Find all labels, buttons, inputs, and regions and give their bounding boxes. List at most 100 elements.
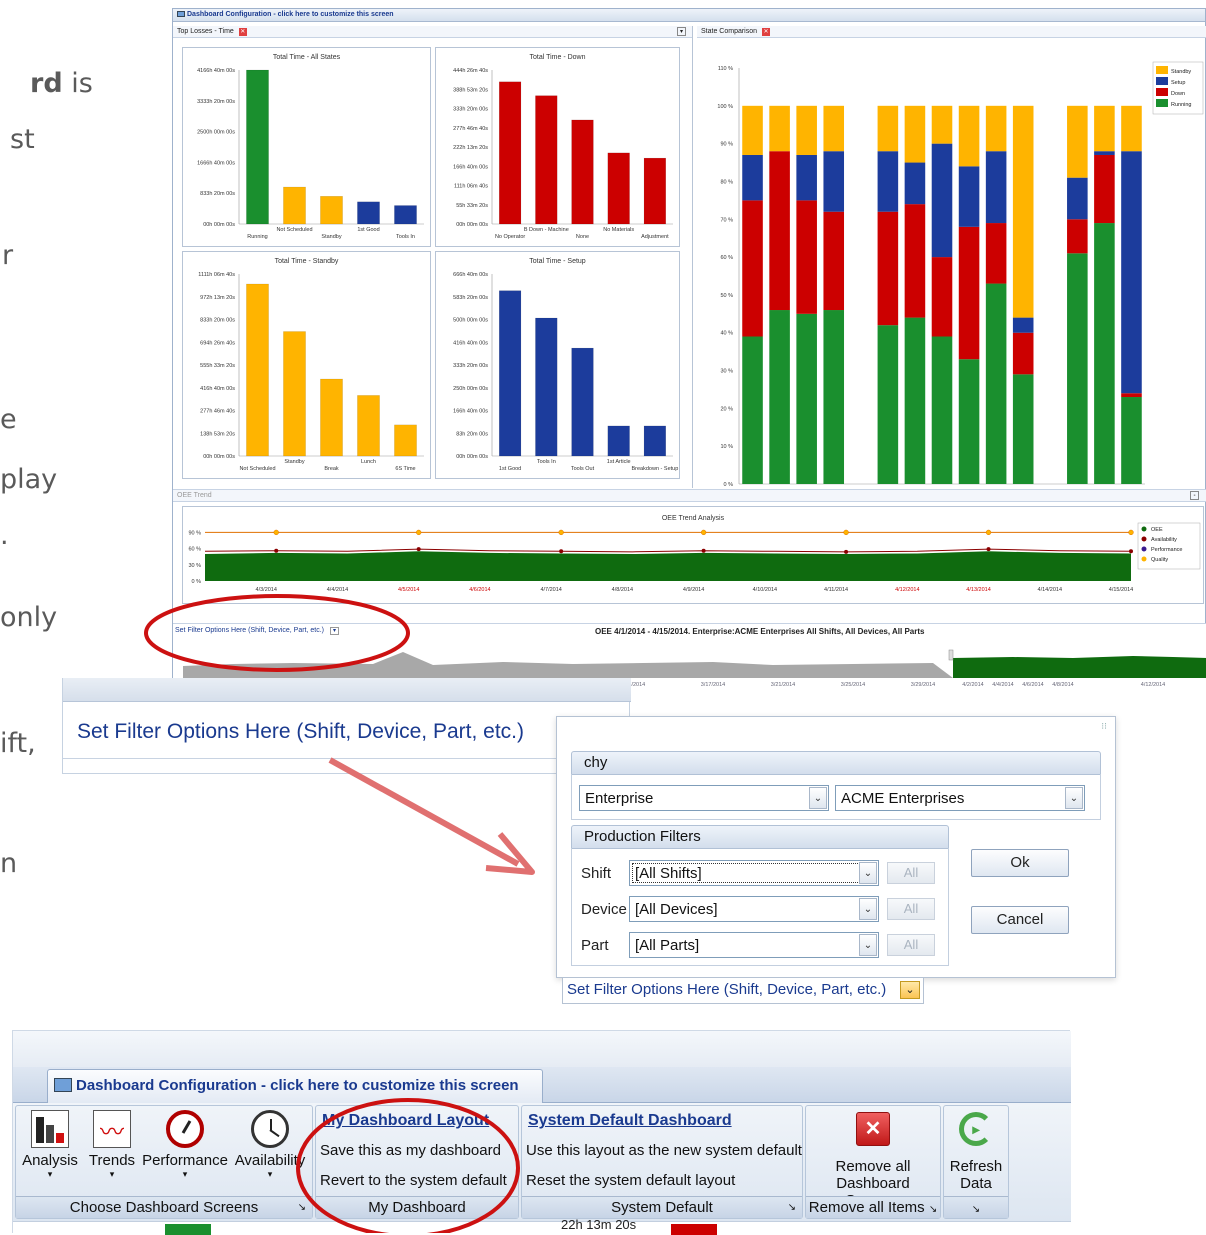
device-select[interactable]: [All Devices] ⌄ (629, 896, 879, 922)
dialog-launcher-icon[interactable]: ↘ (972, 1204, 980, 1215)
dialog-launcher-icon[interactable]: ↘ (788, 1197, 796, 1219)
y-tick-label: 500h 00m 00s (453, 318, 488, 324)
slide-fragment-6: . (0, 520, 9, 551)
bar-segment (931, 143, 953, 258)
legend-swatch (1156, 88, 1168, 96)
shift-value: [All Shifts] (635, 864, 702, 882)
bar-segment (1012, 105, 1034, 318)
bar (499, 290, 522, 457)
y-tick-label: 60 % (188, 547, 201, 553)
performance-button[interactable]: Performance ▾ (142, 1110, 228, 1180)
hierarchy-level-select[interactable]: Enterprise ⌄ (579, 785, 829, 811)
part-select[interactable]: [All Parts] ⌄ (629, 932, 879, 958)
close-icon[interactable]: ✕ (238, 28, 247, 36)
y-tick-label: 4166h 40m 00s (197, 68, 235, 74)
hierarchy-value-select[interactable]: ACME Enterprises ⌄ (835, 785, 1085, 811)
performance-label: Performance (142, 1152, 228, 1169)
hierarchy-group-header: chy (571, 751, 1101, 775)
chevron-down-icon[interactable]: ⌄ (1065, 787, 1083, 809)
x-tick-label: Not Scheduled (239, 466, 275, 472)
chevron-down-icon[interactable]: ⌄ (859, 862, 877, 884)
partial-axis-text: 22h 13m 20s (561, 1217, 637, 1232)
bar-segment (796, 154, 817, 201)
shift-select[interactable]: [All Shifts] ⌄ (629, 860, 879, 886)
dialog-launcher-icon[interactable]: ↘ (929, 1204, 937, 1215)
dashboard-config-bar[interactable]: Dashboard Configuration - click here to … (173, 9, 1205, 22)
y-tick-label: 166h 40m 00s (453, 164, 488, 170)
chevron-down-icon[interactable]: ⌄ (900, 981, 920, 999)
trends-button[interactable]: 〰 Trends ▾ (86, 1110, 138, 1180)
y-tick-label: 30 % (188, 563, 201, 569)
dialog-filter-link-label: Set Filter Options Here (Shift, Device, … (567, 981, 887, 998)
pin-icon[interactable]: ▪ (1190, 491, 1199, 500)
legend-label: Performance (1151, 547, 1183, 553)
overview-date-label: 3/29/2014 (911, 682, 935, 686)
arrow-shaft (328, 757, 520, 867)
bar-segment (1094, 105, 1115, 152)
filter-options-link[interactable]: Set Filter Options Here (Shift, Device, … (77, 720, 524, 744)
filter-status-text: OEE 4/1/2014 - 4/15/2014. Enterprise:ACM… (595, 627, 925, 636)
dialog-filter-link[interactable]: Set Filter Options Here (Shift, Device, … (562, 978, 924, 1004)
bar-segment (904, 162, 926, 205)
shift-all-button[interactable]: All (887, 862, 935, 884)
partial-content-strip: 22h 13m 20s (13, 1217, 1071, 1235)
chevron-down-icon[interactable]: ⌄ (859, 934, 877, 956)
reset-system-default[interactable]: Reset the system default layout (526, 1172, 735, 1189)
slide-fragment-9: n (0, 848, 18, 879)
resize-grip-icon[interactable]: ⁝⁝ (1101, 721, 1107, 732)
annotation-ellipse-filter (144, 594, 410, 672)
part-label: Part (581, 937, 609, 954)
x-tick-label: 1st Article (607, 459, 631, 465)
bar (246, 69, 269, 225)
x-tick-label: 4/7/2014 (540, 587, 561, 593)
bar-segment (958, 105, 980, 167)
chevron-down-icon[interactable]: ⌄ (809, 787, 827, 809)
y-tick-label: 583h 20m 00s (453, 295, 488, 301)
x-tick-label: Standby (321, 234, 341, 240)
system-default-group-label: System Default ↘ (522, 1196, 802, 1218)
group-system-default: System Default Dashboard Use this layout… (521, 1105, 803, 1219)
system-default-layout-link[interactable]: System Default Dashboard (528, 1112, 732, 1130)
quality-point (985, 529, 992, 536)
refresh-label: Refresh (949, 1158, 1003, 1175)
remove-all-button[interactable]: ✕ Remove all Dashboard Screens (808, 1112, 938, 1209)
bar-segment (1067, 177, 1088, 220)
bar-segment (1121, 105, 1142, 152)
ribbon-top-band (13, 1031, 1071, 1067)
analysis-button[interactable]: Analysis ▾ (20, 1110, 80, 1180)
bar (394, 424, 417, 457)
chevron-down-icon[interactable]: ▾ (677, 27, 686, 36)
refresh-data-button[interactable]: ▸ Refresh Data (944, 1112, 1008, 1192)
y-tick-label: 388h 53m 20s (453, 87, 488, 93)
close-icon[interactable]: ✕ (761, 28, 770, 36)
analysis-label: Analysis (22, 1152, 78, 1169)
x-tick-label: 4/9/2014 (683, 587, 704, 593)
bar (283, 186, 306, 225)
use-as-system-default[interactable]: Use this layout as the new system defaul… (526, 1142, 802, 1159)
bar-segment (742, 105, 763, 155)
y-tick-label: 30 % (720, 369, 733, 375)
slide-fragment-5: play (0, 464, 58, 495)
device-all-button[interactable]: All (887, 898, 935, 920)
partial-bar-green (165, 1224, 211, 1235)
bar (357, 201, 380, 225)
top-losses-tab[interactable]: Top Losses - Time ✕ ▾ (173, 26, 692, 38)
production-filters-header: Production Filters (571, 825, 949, 849)
refresh-label-2: Data (960, 1175, 992, 1192)
y-tick-label: 555h 33m 20s (200, 363, 235, 369)
bar-segment (904, 105, 926, 163)
legend-swatch (1156, 77, 1168, 85)
bar-segment (1012, 332, 1034, 375)
x-tick-label: Lunch (361, 459, 376, 465)
y-tick-label: 100 % (717, 104, 733, 110)
overview-date-label: 3/17/2014 (701, 682, 725, 686)
part-all-button[interactable]: All (887, 934, 935, 956)
bar-segment (769, 310, 790, 484)
ok-button[interactable]: Ok (971, 849, 1069, 877)
cancel-button[interactable]: Cancel (971, 906, 1069, 934)
y-tick-label: 20 % (720, 406, 733, 412)
state-comparison-tab[interactable]: State Comparison ✕ (697, 26, 1206, 38)
chevron-down-icon[interactable]: ⌄ (859, 898, 877, 920)
y-tick-label: 60 % (720, 255, 733, 261)
oee-trend-tab[interactable]: OEE Trend ▪ (173, 490, 1206, 502)
